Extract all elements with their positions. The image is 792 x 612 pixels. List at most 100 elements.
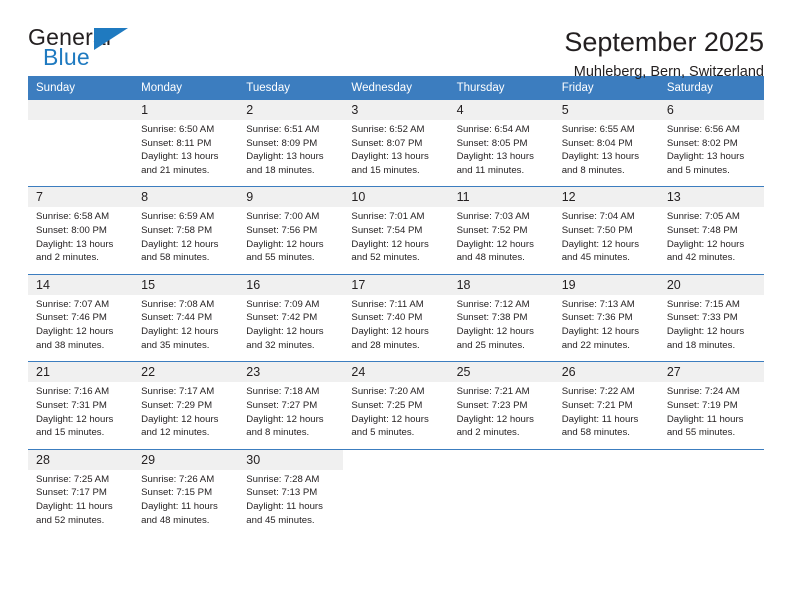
- day-number[interactable]: 19: [553, 274, 659, 295]
- week-2-details: Sunrise: 6:58 AM Sunset: 8:00 PM Dayligh…: [28, 207, 764, 274]
- daylight-text-1: Daylight: 12 hours: [666, 238, 745, 250]
- day-cell: Sunrise: 6:55 AM Sunset: 8:04 PM Dayligh…: [553, 120, 659, 187]
- day-number[interactable]: 24: [343, 362, 449, 383]
- day-cell: Sunrise: 7:28 AM Sunset: 7:13 PM Dayligh…: [238, 469, 344, 537]
- daylight-text-1: Daylight: 12 hours: [666, 326, 745, 338]
- week-2-daynumbers: 7 8 9 10 11 12 13: [28, 187, 764, 208]
- day-cell: Sunrise: 7:26 AM Sunset: 7:15 PM Dayligh…: [133, 469, 239, 537]
- day-number[interactable]: 20: [658, 274, 764, 295]
- day-number[interactable]: 22: [133, 362, 239, 383]
- calendar-page: General Blue September 2025 Muhleberg, B…: [0, 0, 792, 612]
- day-number[interactable]: 18: [448, 274, 554, 295]
- daylight-text-2: and 45 minutes.: [561, 252, 630, 264]
- daylight-text-1: Daylight: 11 hours: [36, 500, 113, 512]
- sunset-text: Sunset: 7:56 PM: [246, 225, 318, 237]
- sunset-text: Sunset: 7:13 PM: [246, 487, 318, 499]
- day-cell: Sunrise: 6:59 AM Sunset: 7:58 PM Dayligh…: [133, 207, 239, 274]
- weekday-header-wednesday: Wednesday: [343, 76, 449, 100]
- day-number[interactable]: 5: [553, 100, 659, 120]
- sunset-text: Sunset: 7:46 PM: [36, 312, 107, 324]
- sunrise-text: Sunrise: 6:55 AM: [561, 124, 635, 135]
- daylight-text-1: Daylight: 12 hours: [141, 238, 219, 250]
- sunrise-text: Sunrise: 7:04 AM: [561, 211, 635, 223]
- day-cell: Sunrise: 7:00 AM Sunset: 7:56 PM Dayligh…: [238, 207, 344, 274]
- sunset-text: Sunset: 8:11 PM: [141, 137, 212, 149]
- day-cell: Sunrise: 6:52 AM Sunset: 8:07 PM Dayligh…: [343, 120, 449, 187]
- day-number[interactable]: 13: [658, 187, 764, 208]
- daylight-text-2: and 11 minutes.: [456, 164, 525, 176]
- daylight-text-2: and 22 minutes.: [561, 339, 630, 351]
- day-number[interactable]: 27: [658, 362, 764, 383]
- daylight-text-1: Daylight: 12 hours: [246, 413, 324, 425]
- weekday-header-monday: Monday: [133, 76, 239, 100]
- daylight-text-1: Daylight: 12 hours: [456, 326, 534, 338]
- daylight-text-2: and 2 minutes.: [36, 252, 99, 264]
- day-number[interactable]: 29: [133, 449, 239, 470]
- sunrise-text: Sunrise: 7:05 AM: [666, 211, 740, 223]
- day-number[interactable]: 6: [658, 100, 764, 120]
- day-number[interactable]: 21: [28, 362, 134, 383]
- day-number[interactable]: 23: [238, 362, 344, 383]
- day-number[interactable]: 4: [448, 100, 554, 120]
- day-cell: Sunrise: 7:18 AM Sunset: 7:27 PM Dayligh…: [238, 382, 344, 449]
- sunrise-text: Sunrise: 7:26 AM: [141, 473, 215, 485]
- day-number[interactable]: 26: [553, 362, 659, 383]
- day-number[interactable]: 14: [28, 274, 134, 295]
- week-3-daynumbers: 14 15 16 17 18 19 20: [28, 274, 764, 295]
- week-4-details: Sunrise: 7:16 AM Sunset: 7:31 PM Dayligh…: [28, 382, 764, 449]
- day-number[interactable]: 30: [238, 449, 344, 470]
- day-cell: Sunrise: 7:03 AM Sunset: 7:52 PM Dayligh…: [448, 207, 554, 274]
- sunset-text: Sunset: 7:40 PM: [351, 312, 423, 324]
- sunset-text: Sunset: 7:52 PM: [456, 225, 528, 237]
- daylight-text-1: Daylight: 13 hours: [666, 151, 745, 163]
- day-number[interactable]: 8: [133, 187, 239, 208]
- daylight-text-1: Daylight: 11 hours: [246, 500, 323, 512]
- daylight-text-2: and 35 minutes.: [141, 339, 210, 351]
- general-blue-logo: General Blue: [28, 26, 138, 78]
- day-number[interactable]: 9: [238, 187, 344, 208]
- day-number[interactable]: 3: [343, 100, 449, 120]
- sunrise-text: Sunrise: 6:50 AM: [141, 124, 215, 135]
- sunset-text: Sunset: 7:54 PM: [351, 225, 423, 237]
- sunset-text: Sunset: 8:09 PM: [246, 137, 318, 149]
- sunset-text: Sunset: 8:00 PM: [36, 225, 107, 237]
- day-cell: [343, 469, 449, 537]
- day-number[interactable]: 17: [343, 274, 449, 295]
- triangle-flag-icon: [94, 28, 128, 50]
- day-number[interactable]: 28: [28, 449, 134, 470]
- day-number[interactable]: 7: [28, 187, 134, 208]
- daylight-text-2: and 58 minutes.: [561, 427, 630, 439]
- day-number[interactable]: 16: [238, 274, 344, 295]
- sunset-text: Sunset: 7:33 PM: [666, 312, 738, 324]
- day-number: [658, 449, 764, 470]
- day-cell: Sunrise: 6:51 AM Sunset: 8:09 PM Dayligh…: [238, 120, 344, 187]
- sunset-text: Sunset: 7:38 PM: [456, 312, 528, 324]
- day-number[interactable]: 10: [343, 187, 449, 208]
- day-cell: Sunrise: 7:04 AM Sunset: 7:50 PM Dayligh…: [553, 207, 659, 274]
- day-cell: Sunrise: 7:25 AM Sunset: 7:17 PM Dayligh…: [28, 469, 134, 537]
- daylight-text-1: Daylight: 12 hours: [351, 413, 429, 425]
- day-cell: Sunrise: 7:01 AM Sunset: 7:54 PM Dayligh…: [343, 207, 449, 274]
- day-number[interactable]: 11: [448, 187, 554, 208]
- sunset-text: Sunset: 7:29 PM: [141, 399, 213, 411]
- daylight-text-1: Daylight: 12 hours: [561, 326, 640, 338]
- day-cell: Sunrise: 7:05 AM Sunset: 7:48 PM Dayligh…: [658, 207, 764, 274]
- daylight-text-2: and 52 minutes.: [36, 514, 105, 526]
- daylight-text-1: Daylight: 12 hours: [561, 238, 640, 250]
- sunrise-text: Sunrise: 7:09 AM: [246, 298, 320, 310]
- sunrise-text: Sunrise: 7:15 AM: [666, 298, 740, 310]
- day-number[interactable]: 15: [133, 274, 239, 295]
- day-number[interactable]: [28, 100, 134, 120]
- sunset-text: Sunset: 8:04 PM: [561, 137, 633, 149]
- sunrise-text: Sunrise: 7:18 AM: [246, 386, 320, 398]
- day-number[interactable]: 1: [133, 100, 239, 120]
- daylight-text-2: and 12 minutes.: [141, 427, 210, 439]
- daylight-text-2: and 25 minutes.: [456, 339, 525, 351]
- day-number[interactable]: 2: [238, 100, 344, 120]
- sunrise-text: Sunrise: 7:17 AM: [141, 386, 215, 398]
- day-number[interactable]: 12: [553, 187, 659, 208]
- calendar-grid: Sunday Monday Tuesday Wednesday Thursday…: [28, 76, 764, 537]
- day-cell: Sunrise: 7:17 AM Sunset: 7:29 PM Dayligh…: [133, 382, 239, 449]
- calendar-body: 1 2 3 4 5 6 Sunrise: 6:50 AM Sunset: 8:1…: [28, 100, 764, 537]
- day-number[interactable]: 25: [448, 362, 554, 383]
